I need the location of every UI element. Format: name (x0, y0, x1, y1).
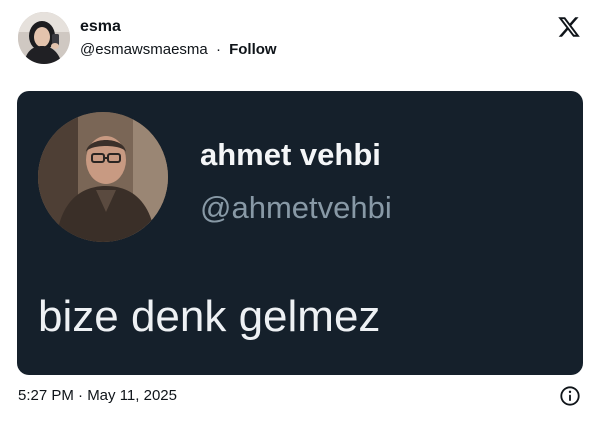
follow-button[interactable]: Follow (229, 41, 277, 58)
author-handle-line: @esmawsmaesma · Follow (80, 40, 277, 60)
quoted-author-name: ahmet vehbi (200, 137, 381, 172)
tweet-embed: esma @esmawsmaesma · Follow ahmet vehbi … (0, 0, 600, 425)
x-logo-icon[interactable] (557, 15, 581, 39)
quoted-tweet-text: bize denk gelmez (38, 292, 381, 341)
tweet-timestamp[interactable]: 5:27 PM · May 11, 2025 (18, 386, 177, 406)
author-name[interactable]: esma (80, 17, 121, 37)
author-avatar[interactable] (18, 12, 70, 64)
quoted-avatar-image (38, 112, 168, 242)
tweet-media-image[interactable]: ahmet vehbi @ahmetvehbi bize denk gelmez (17, 91, 583, 375)
separator-dot: · (215, 41, 221, 58)
quoted-author-handle: @ahmetvehbi (200, 190, 392, 225)
author-handle[interactable]: @esmawsmaesma (80, 41, 208, 58)
author-avatar-image (18, 12, 70, 64)
quoted-avatar (38, 112, 168, 242)
info-icon[interactable] (559, 385, 581, 407)
